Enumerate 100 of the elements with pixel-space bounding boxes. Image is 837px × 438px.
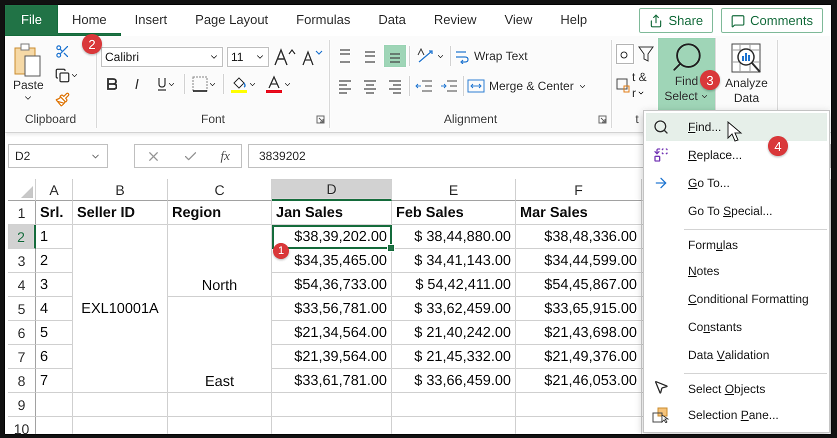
row-header[interactable]: 8: [8, 369, 36, 393]
replace-icon: [653, 147, 669, 163]
ribbon-tab[interactable]: View: [490, 5, 546, 36]
ribbon-tab[interactable]: Page Layout: [181, 5, 282, 36]
copy-icon: [54, 68, 70, 82]
table-cell[interactable]: $21,39,564.00: [272, 345, 392, 369]
row-header[interactable]: 9: [8, 393, 36, 417]
dialog-launcher-icon[interactable]: [316, 115, 325, 124]
menu-item[interactable]: Go To Special...: [684, 200, 777, 222]
column-header[interactable]: F: [516, 179, 642, 201]
menu-item[interactable]: Constants: [684, 316, 746, 338]
caret-icon: [637, 89, 645, 97]
filter-icon: [638, 45, 654, 63]
sort-filter-label[interactable]: t &: [632, 70, 647, 84]
menu-item[interactable]: Conditional Formatting: [684, 288, 813, 310]
group-label: Clipboard: [24, 111, 78, 128]
row-header[interactable]: 6: [8, 321, 36, 345]
font-color-icon: [264, 75, 282, 93]
orientation-icon: [416, 47, 436, 65]
table-cell: 1: [36, 225, 73, 249]
menu-item[interactable]: Go To...: [684, 172, 734, 194]
row-header[interactable]: 2: [8, 225, 36, 249]
table-cell: $38,48,336.00: [516, 225, 642, 249]
table-cell: North: [168, 225, 272, 297]
pointer-icon: [653, 379, 669, 395]
menu-item[interactable]: Selection Pane...: [684, 404, 783, 426]
menu-item[interactable]: Data Validation: [684, 344, 774, 366]
table-cell: $21,46,053.00: [516, 369, 642, 393]
column-header[interactable]: E: [392, 179, 516, 201]
column-header[interactable]: C: [168, 179, 272, 201]
share-button[interactable]: Share: [639, 8, 714, 33]
ribbon-tab[interactable]: Formulas: [282, 5, 364, 36]
italic-icon: [133, 78, 141, 90]
wrap-text-button[interactable]: Wrap Text: [454, 45, 528, 67]
menu-item[interactable]: Formulas: [684, 229, 827, 257]
table-cell[interactable]: $21,34,564.00: [272, 321, 392, 345]
column-header[interactable]: D: [272, 179, 392, 201]
decrease-indent-icon: [415, 79, 433, 93]
table-cell: $54,45,867.00: [516, 273, 642, 297]
underline-icon: [156, 77, 166, 91]
table-cell: 4: [36, 297, 73, 321]
column-heading: Feb Sales: [392, 201, 516, 225]
paint-bucket-icon: [230, 75, 248, 93]
search-icon: [653, 119, 669, 135]
bold-icon: [107, 78, 117, 90]
table-cell: [36, 393, 73, 417]
table-cell: $ 33,66,459.00: [392, 369, 516, 393]
table-cell: 7: [36, 369, 73, 393]
font-size-field[interactable]: 11: [227, 47, 269, 67]
paste-button[interactable]: Paste: [9, 40, 48, 110]
column-header[interactable]: A: [36, 179, 73, 201]
menu-item[interactable]: Replace...: [684, 144, 746, 166]
ribbon-tab[interactable]: Review: [420, 5, 490, 36]
menu-item[interactable]: Select Objects: [684, 373, 827, 401]
ribbon-tab[interactable]: Insert: [120, 5, 182, 36]
increase-indent-icon: [440, 79, 458, 93]
caret-icon: [700, 92, 709, 101]
group-label: Alignment: [334, 110, 607, 128]
column-heading: Region: [168, 201, 272, 225]
merge-center-button[interactable]: Merge & Center: [467, 75, 587, 97]
grow-font-icon[interactable]: [273, 47, 297, 67]
ribbon-tab[interactable]: Help: [546, 5, 602, 36]
align-bottom-button[interactable]: [384, 45, 406, 67]
column-header[interactable]: B: [73, 179, 168, 201]
table-cell: $21,49,376.00: [516, 345, 642, 369]
row-header[interactable]: 4: [8, 273, 36, 297]
table-cell[interactable]: $33,61,781.00: [272, 369, 392, 393]
row-header[interactable]: 3: [8, 249, 36, 273]
merge-icon: [467, 78, 485, 94]
table-cell: 6: [36, 345, 73, 369]
comment-icon: [731, 14, 746, 28]
table-cell[interactable]: $54,36,733.00: [272, 273, 392, 297]
comments-button[interactable]: Comments: [721, 8, 823, 33]
name-box[interactable]: D2: [8, 144, 108, 168]
table-icon: [616, 77, 630, 93]
sort-filter-label[interactable]: r: [632, 86, 636, 100]
file-tab[interactable]: File: [5, 5, 58, 36]
column-heading: Seller ID: [73, 201, 168, 225]
group-label: t: [634, 111, 640, 128]
table-cell: $ 54,42,411.00: [392, 273, 516, 297]
table-cell: $21,43,698.00: [516, 321, 642, 345]
analyze-data-button[interactable]: Analyze Data: [720, 40, 773, 110]
insert-function-button[interactable]: fx: [220, 148, 230, 164]
table-cell[interactable]: $33,56,781.00: [272, 297, 392, 321]
mouse-pointer-icon: [727, 121, 743, 143]
paintbrush-icon: [55, 92, 70, 106]
ribbon-tab[interactable]: Data: [364, 5, 420, 36]
column-heading: Jan Sales: [272, 201, 392, 225]
row-header[interactable]: 1: [8, 201, 36, 225]
borders-icon: [192, 76, 208, 92]
menu-item[interactable]: Notes: [684, 260, 724, 282]
table-cell: $ 21,45,332.00: [392, 345, 516, 369]
table-cell: $34,44,599.00: [516, 249, 642, 273]
font-name-field[interactable]: Calibri: [101, 47, 223, 67]
table-cell: 5: [36, 321, 73, 345]
row-header[interactable]: 7: [8, 345, 36, 369]
row-header[interactable]: 5: [8, 297, 36, 321]
table-cell: $ 21,40,242.00: [392, 321, 516, 345]
scissors-icon: [55, 44, 70, 58]
dialog-launcher-icon[interactable]: [598, 115, 607, 124]
